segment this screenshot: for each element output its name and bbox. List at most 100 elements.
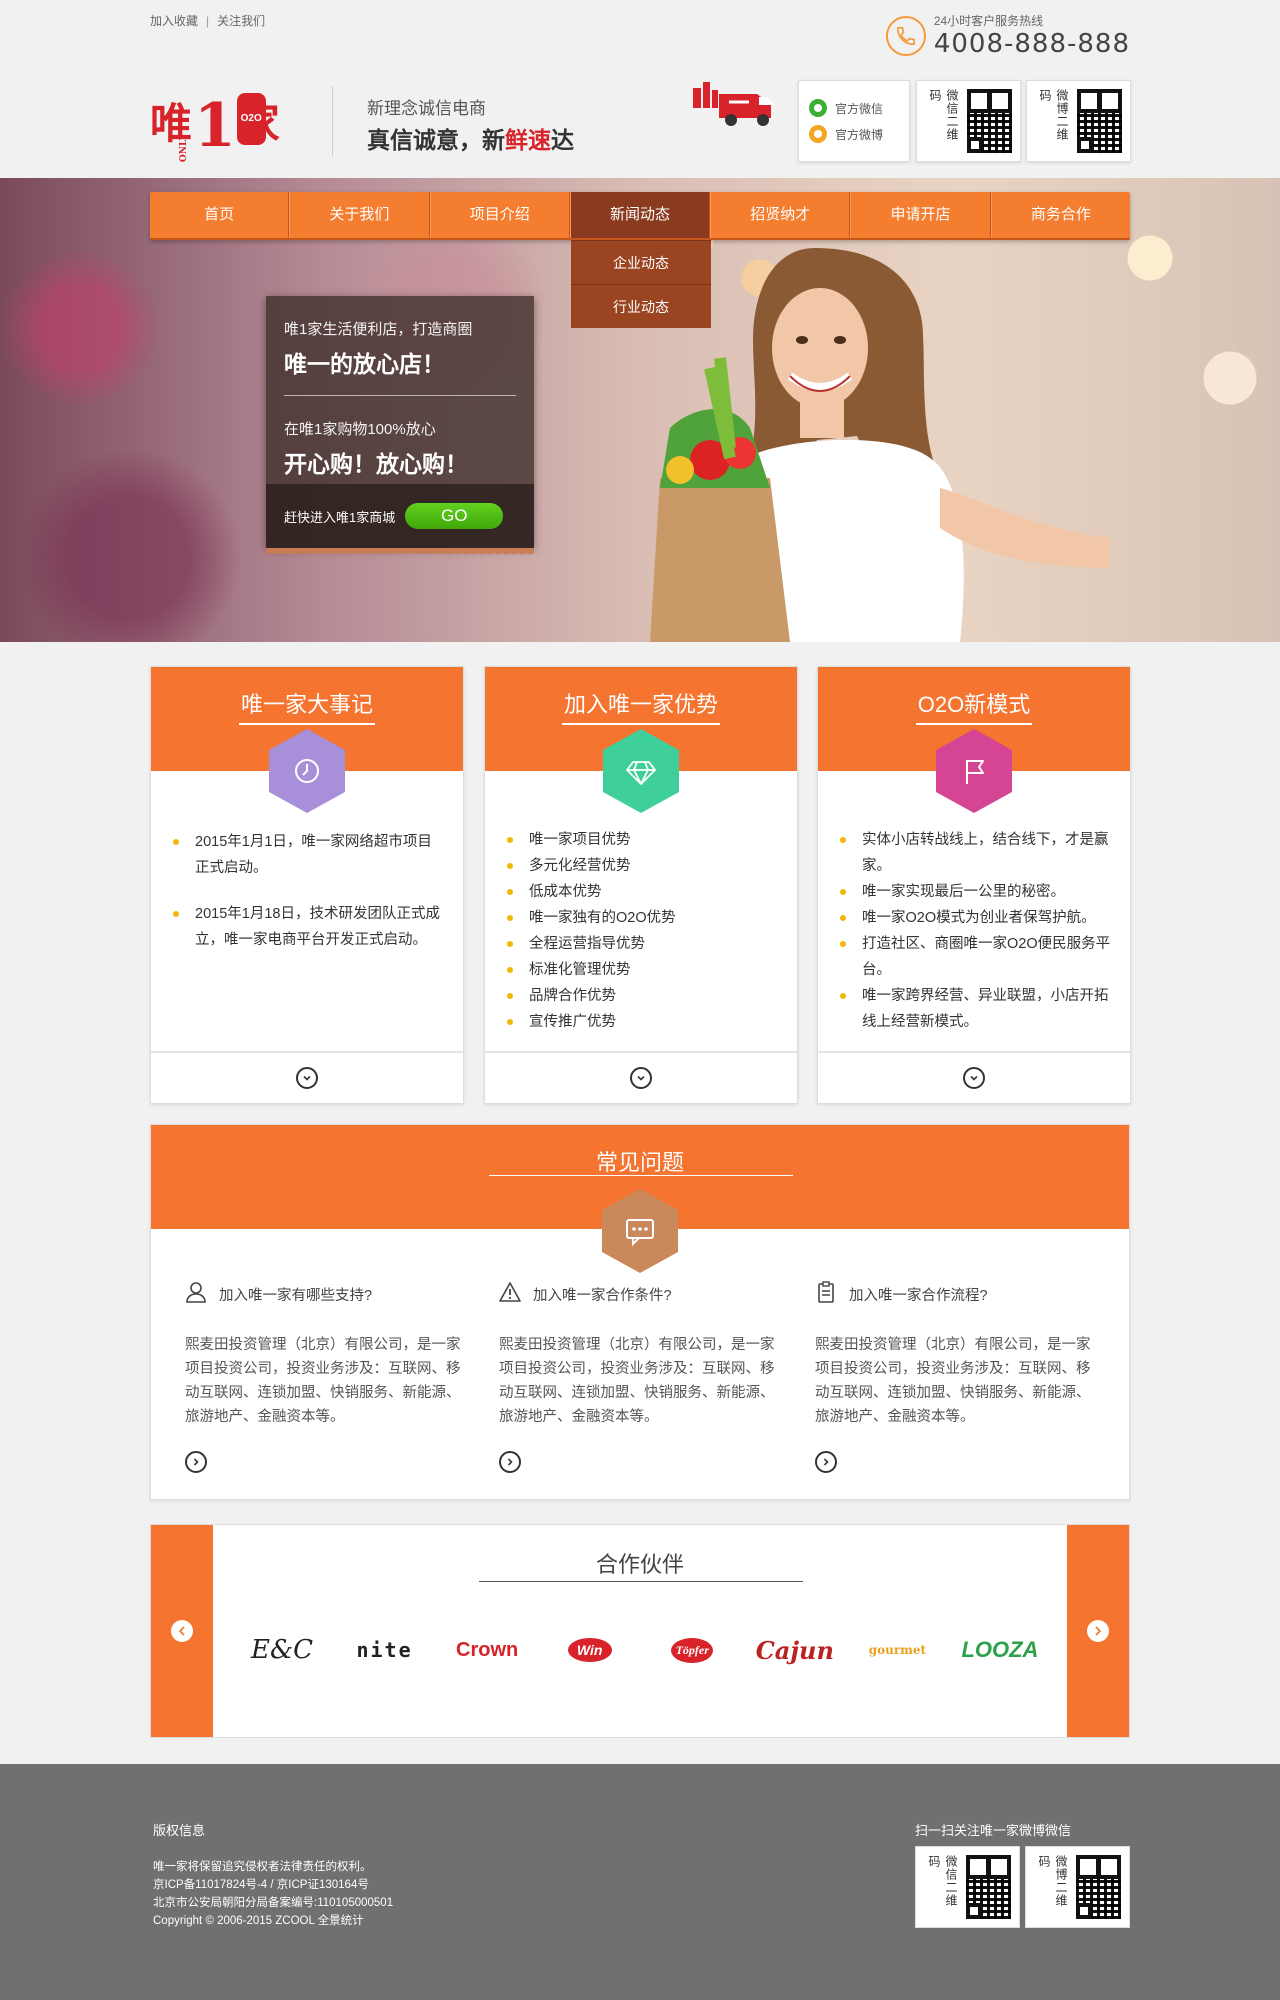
- hero-text: 在唯1家购物100%放心: [284, 421, 436, 438]
- divider: [479, 1581, 803, 1582]
- nav-item[interactable]: 申请开店: [850, 192, 991, 238]
- footer-scan-title: 扫一扫关注唯一家微博微信: [915, 1823, 1072, 1838]
- list-item: 唯一家项目优势: [507, 827, 779, 853]
- weibo-icon: [809, 125, 827, 143]
- feature-list: 2015年1月1日，唯一家网络超市项目正式启动。 2015年1月18日，技术研发团…: [173, 829, 445, 953]
- list-item: 品牌合作优势: [507, 983, 779, 1009]
- dropdown-item[interactable]: 行业动态: [571, 284, 711, 328]
- go-button[interactable]: GO: [405, 503, 504, 529]
- partner-logo[interactable]: Crown: [442, 1639, 532, 1662]
- site-logo[interactable]: 唯 1O2OONLY 家: [150, 90, 280, 162]
- faq-more: [185, 1451, 467, 1473]
- feature-card-footer: [151, 1051, 463, 1103]
- faq-answer: 熙麦田投资管理（北京）有限公司，是一家项目投资公司，投资业务涉及：互联网、移动互…: [185, 1337, 461, 1425]
- partner-logo[interactable]: E&C: [237, 1635, 327, 1665]
- list-item: 唯一家跨界经营、异业联盟，小店开拓线上经营新模式。: [840, 983, 1112, 1035]
- weixin-link[interactable]: 官方微信: [809, 95, 899, 121]
- nav-item[interactable]: 新闻动态: [569, 192, 711, 238]
- nav-item[interactable]: 关于我们: [289, 192, 430, 238]
- partners-next: [1067, 1525, 1129, 1737]
- zigzag-edge: [266, 548, 534, 554]
- faq-question[interactable]: 加入唯一家合作流程?: [815, 1281, 1097, 1307]
- faq-question-text: 加入唯一家合作流程?: [849, 1287, 988, 1304]
- faq-question[interactable]: 加入唯一家合作条件?: [499, 1281, 781, 1307]
- copyright-line: 京ICP备11017824号-4 / 京ICP证130164号: [153, 1879, 369, 1891]
- qr-code: [967, 89, 1012, 153]
- feature-title: 加入唯一家优势: [561, 687, 720, 725]
- chevron-right-icon[interactable]: [1087, 1620, 1109, 1642]
- list-item: 低成本优势: [507, 879, 779, 905]
- warning-icon: [499, 1281, 533, 1307]
- qr-label: 微信二维码: [928, 89, 959, 141]
- chevron-down-icon[interactable]: [630, 1067, 652, 1089]
- qr-code: [966, 1855, 1011, 1919]
- partner-logo[interactable]: nite: [340, 1638, 430, 1662]
- qr-code: [1077, 89, 1122, 153]
- feature-title: O2O新模式: [915, 687, 1033, 725]
- chevron-right-icon[interactable]: [815, 1451, 837, 1473]
- faq-item: 加入唯一家有哪些支持? 熙麦田投资管理（北京）有限公司，是一家项目投资公司，投资业…: [185, 1281, 467, 1473]
- weibo-qr: 微博二维码: [1025, 1846, 1130, 1928]
- hero-cta: 赶快进入唯1家商城 GO: [266, 484, 534, 548]
- weibo-link[interactable]: 官方微博: [809, 121, 899, 147]
- clipboard-icon: [815, 1281, 849, 1307]
- partner-logo[interactable]: gourmet: [852, 1643, 942, 1657]
- partner-logo[interactable]: Töpfer: [671, 1637, 714, 1663]
- nav-item[interactable]: 商务合作: [990, 192, 1130, 238]
- list-item: 全程运营指导优势: [507, 931, 779, 957]
- weibo-qr: 微博二维码: [1026, 80, 1131, 162]
- chevron-right-icon[interactable]: [499, 1451, 521, 1473]
- partners-section: 合作伙伴 E&C nite Crown Win Töpfer Cajun gourmet LO…: [150, 1524, 1130, 1738]
- feature-card: 唯一家大事记 2015年1月1日，唯一家网络超市项目正式启动。 2015年1月18日…: [150, 666, 464, 1104]
- list-item: 唯一家实现最后一公里的秘密。: [840, 879, 1112, 905]
- phone-icon: [885, 15, 926, 56]
- footer-title: 版权信息: [153, 1823, 206, 1838]
- hero-headline: 开心购！放心购！: [284, 451, 468, 477]
- dropdown-item[interactable]: 企业动态: [571, 240, 711, 284]
- partner-logo[interactable]: Win: [567, 1638, 612, 1662]
- feature-card: 加入唯一家优势唯一家项目优势 多元化经营优势 低成本优势 唯一家独有的O2O优势 全程运…: [484, 666, 798, 1104]
- bookmark-link[interactable]: 加入收藏: [150, 12, 198, 29]
- logo-number: 1 O2O ONLY: [179, 93, 266, 162]
- feature-list: 实体小店转战线上，结合线下，才是赢家。 唯一家实现最后一公里的秘密。 唯一家O2O模…: [840, 827, 1112, 1035]
- feature-card-footer: [818, 1051, 1130, 1103]
- slogan-line-1: 新理念诚信电商: [367, 99, 486, 118]
- feature-list: 唯一家项目优势 多元化经营优势 低成本优势 唯一家独有的O2O优势 全程运营指导优势 标准…: [507, 827, 779, 1035]
- hotline-number: 4008-888-888: [933, 29, 1130, 59]
- section-title: 合作伙伴: [595, 1552, 684, 1577]
- slogan-line-2: 真信诚意，新鲜速达: [367, 127, 574, 153]
- logo-only: ONLY: [179, 133, 190, 163]
- top-bar: 加入收藏 | 关注我们 24小时客户服务热线 4008-888-888: [150, 12, 1130, 59]
- copyright-line: 唯一家将保留追究侵权者法律责任的权利。: [153, 1861, 372, 1873]
- slogan: 新理念诚信电商 真信诚意，新鲜速达: [332, 82, 775, 156]
- nav-item[interactable]: 招贤纳才: [710, 192, 851, 238]
- faq-more: [499, 1451, 781, 1473]
- nav-dropdown: 企业动态 行业动态: [571, 240, 711, 328]
- chevron-down-icon[interactable]: [296, 1067, 318, 1089]
- faq-item: 加入唯一家合作条件? 熙麦田投资管理（北京）有限公司，是一家项目投资公司，投资业务…: [499, 1281, 781, 1473]
- feature-title: 唯一家大事记: [238, 687, 375, 725]
- header: 唯 1O2OONLY 家 新理念诚信电商 真信诚意，新鲜速达 官方微信 官方微博…: [150, 78, 1131, 168]
- qr-code: [1076, 1855, 1121, 1919]
- list-item: 标准化管理优势: [507, 957, 779, 983]
- truck-icon: [693, 82, 775, 126]
- chevron-right-icon[interactable]: [185, 1451, 207, 1473]
- chevron-down-icon[interactable]: [963, 1067, 985, 1089]
- partner-logo[interactable]: Cajun: [750, 1636, 840, 1665]
- logo-badge: O2O: [236, 93, 266, 145]
- faq-section: 常见问题 加入唯一家有哪些支持? 熙麦田投资管理（北京）有限公司，是一家项目投资公…: [150, 1124, 1130, 1500]
- hero-headline: 唯一的放心店！: [284, 351, 445, 377]
- nav-item[interactable]: 首页: [150, 192, 290, 238]
- faq-question-text: 加入唯一家合作条件?: [533, 1287, 672, 1304]
- faq-question[interactable]: 加入唯一家有哪些支持?: [185, 1281, 467, 1307]
- partner-logo[interactable]: LOOZA: [955, 1637, 1045, 1663]
- wechat-icon: [809, 99, 827, 117]
- divider: [489, 1175, 793, 1176]
- weixin-qr: 微信二维码: [915, 1846, 1020, 1928]
- section-title: 常见问题: [595, 1150, 684, 1175]
- main-nav: 首页 关于我们 项目介绍 新闻动态 招贤纳才 申请开店 商务合作: [150, 192, 1130, 240]
- follow-link[interactable]: 关注我们: [217, 12, 265, 29]
- feature-card-footer: [485, 1051, 797, 1103]
- chevron-left-icon[interactable]: [171, 1620, 193, 1642]
- nav-item[interactable]: 项目介绍: [429, 192, 570, 238]
